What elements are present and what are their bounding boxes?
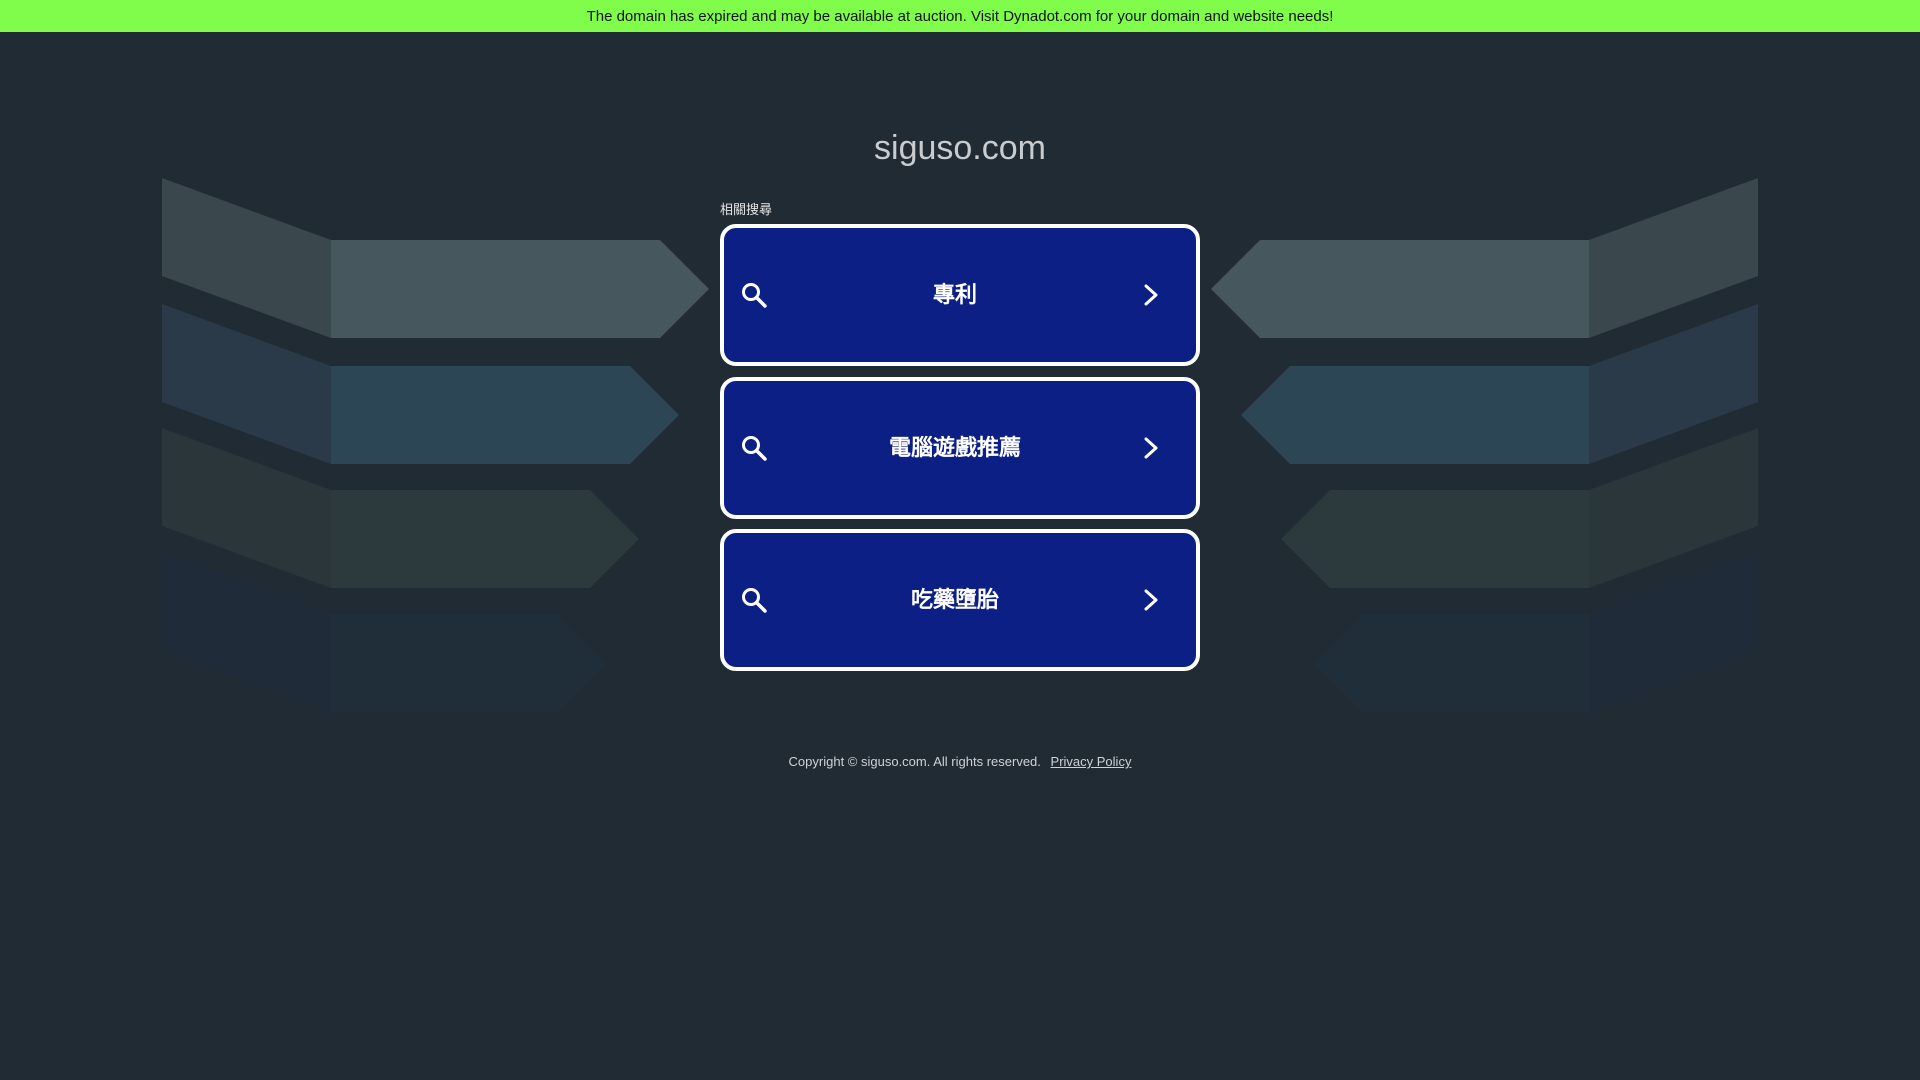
decor-right-arrow-4 <box>1314 614 1589 712</box>
decor-left-arrow-3 <box>331 490 639 588</box>
decor-right-arrow-3 <box>1281 490 1589 588</box>
decor-left-arrow-4 <box>331 614 606 712</box>
related-search-label: 專利 <box>932 282 977 307</box>
related-searches-label: 相關搜尋 <box>720 202 773 217</box>
decor-left-arrow-2 <box>331 366 679 464</box>
decor-right-arrow-2 <box>1241 366 1589 464</box>
related-search-button-3[interactable]: 吃藥墮胎 <box>720 529 1200 671</box>
copyright-text: Copyright © siguso.com. All rights reser… <box>788 754 1041 769</box>
privacy-policy-link[interactable]: Privacy Policy <box>1051 754 1132 769</box>
related-search-label: 電腦遊戲推薦 <box>888 435 1021 460</box>
chevron-right-icon <box>1144 589 1158 611</box>
site-title: siguso.com <box>874 129 1046 167</box>
decor-left-arrow-1 <box>331 240 709 338</box>
related-search-button-1[interactable]: 專利 <box>720 224 1200 366</box>
related-search-button-2[interactable]: 電腦遊戲推薦 <box>720 377 1200 519</box>
chevron-right-icon <box>1144 284 1158 306</box>
footer: Copyright © siguso.com. All rights reser… <box>0 753 1920 771</box>
related-search-label: 吃藥墮胎 <box>910 587 999 612</box>
chevron-right-icon <box>1144 437 1158 459</box>
decor-right-arrow-1 <box>1211 240 1589 338</box>
